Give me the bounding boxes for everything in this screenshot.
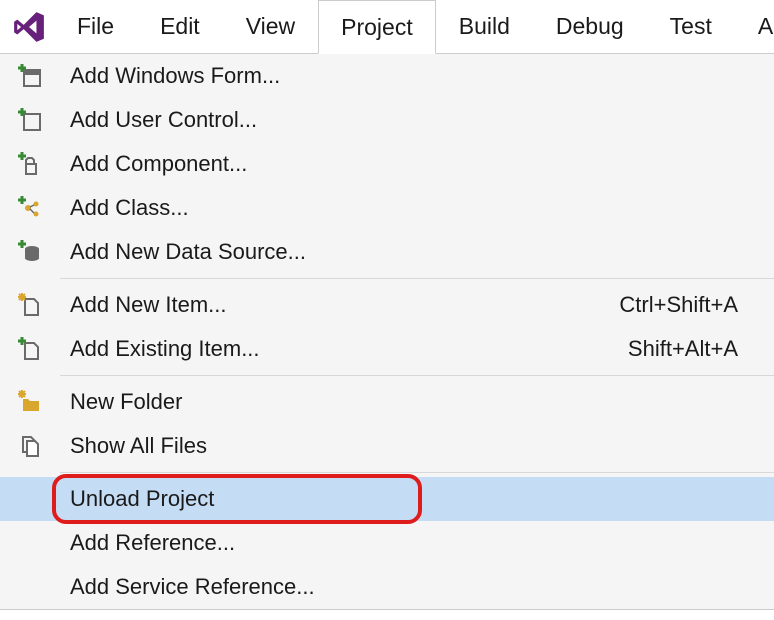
existing-item-icon — [12, 337, 48, 361]
menu-add-component[interactable]: Add Component... — [0, 142, 774, 186]
menu-separator — [60, 278, 774, 279]
menu-label: Add Windows Form... — [48, 63, 762, 89]
menu-separator — [60, 472, 774, 473]
menu-debug[interactable]: Debug — [533, 0, 647, 53]
add-component-icon — [12, 152, 48, 176]
menu-label: Show All Files — [48, 433, 762, 459]
menu-label: New Folder — [48, 389, 762, 415]
menu-label: Unload Project — [48, 486, 762, 512]
menu-project[interactable]: Project — [318, 0, 436, 54]
add-class-icon — [12, 196, 48, 220]
menu-view[interactable]: View — [223, 0, 318, 53]
add-datasource-icon — [12, 240, 48, 264]
menu-label: Add Class... — [48, 195, 762, 221]
menu-build[interactable]: Build — [436, 0, 533, 53]
menu-label: Add New Item... — [48, 292, 619, 318]
new-folder-icon — [12, 390, 48, 414]
menu-add-datasource[interactable]: Add New Data Source... — [0, 230, 774, 274]
menu-add-reference[interactable]: Add Reference... — [0, 521, 774, 565]
menu-label: Add Service Reference... — [48, 574, 762, 600]
menu-add-existing-item[interactable]: Add Existing Item... Shift+Alt+A — [0, 327, 774, 371]
menu-label: Add New Data Source... — [48, 239, 762, 265]
menu-label: Add User Control... — [48, 107, 762, 133]
menu-edit[interactable]: Edit — [137, 0, 223, 53]
menu-analyze[interactable]: Ana — [735, 0, 774, 53]
vs-logo-icon — [4, 0, 54, 53]
add-usercontrol-icon — [12, 108, 48, 132]
menu-label: Add Existing Item... — [48, 336, 628, 362]
show-all-files-icon — [12, 434, 48, 458]
menu-file[interactable]: File — [54, 0, 137, 53]
menu-add-new-item[interactable]: Add New Item... Ctrl+Shift+A — [0, 283, 774, 327]
menu-label: Add Component... — [48, 151, 762, 177]
menu-unload-project[interactable]: Unload Project — [0, 477, 774, 521]
menu-add-class[interactable]: Add Class... — [0, 186, 774, 230]
menu-show-all-files[interactable]: Show All Files — [0, 424, 774, 468]
menu-add-windows-form[interactable]: Add Windows Form... — [0, 54, 774, 98]
menu-label: Add Reference... — [48, 530, 762, 556]
menubar: File Edit View Project Build Debug Test … — [0, 0, 774, 54]
project-menu-dropdown: Add Windows Form... Add User Control... … — [0, 54, 774, 610]
menu-new-folder[interactable]: New Folder — [0, 380, 774, 424]
menu-shortcut: Ctrl+Shift+A — [619, 292, 762, 318]
menu-test[interactable]: Test — [647, 0, 735, 53]
menu-add-service-reference[interactable]: Add Service Reference... — [0, 565, 774, 609]
add-form-icon — [12, 64, 48, 88]
menu-add-user-control[interactable]: Add User Control... — [0, 98, 774, 142]
menu-separator — [60, 375, 774, 376]
menu-shortcut: Shift+Alt+A — [628, 336, 762, 362]
new-item-icon — [12, 293, 48, 317]
